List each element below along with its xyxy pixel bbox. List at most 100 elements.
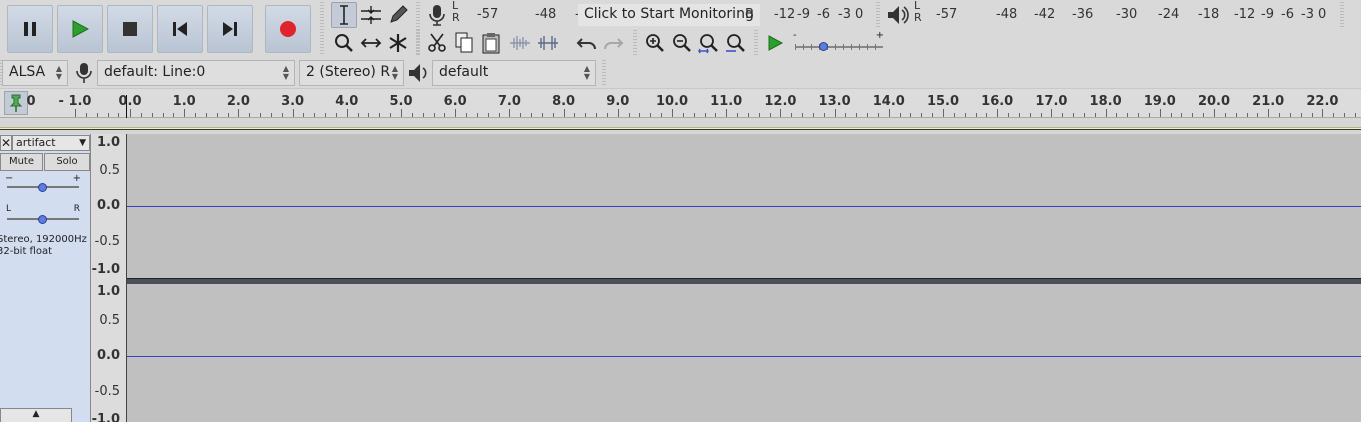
ruler-minor-tick xyxy=(585,113,587,117)
cut-button[interactable] xyxy=(424,30,450,56)
microphone-icon xyxy=(76,63,92,83)
asterisk-icon xyxy=(389,34,407,52)
ruler-minor-tick xyxy=(1127,113,1129,117)
recording-channels-value: 2 (Stereo) R xyxy=(306,64,391,80)
scrub-bar[interactable] xyxy=(0,127,1361,130)
ruler-minor-tick xyxy=(856,113,858,117)
zoom-out-icon xyxy=(673,34,691,52)
ruler-minor-tick xyxy=(476,113,478,117)
start-monitoring-tooltip[interactable]: Click to Start Monitoring xyxy=(578,4,760,26)
speaker-icon[interactable] xyxy=(886,4,910,26)
draw-tool[interactable] xyxy=(385,2,411,28)
ruler-minor-tick xyxy=(877,113,879,117)
selection-tool[interactable] xyxy=(331,2,357,28)
ruler-major-tick xyxy=(75,109,76,117)
copy-button[interactable] xyxy=(451,30,477,56)
fit-project-button[interactable] xyxy=(723,30,749,56)
ruler-minor-tick xyxy=(791,113,793,117)
ruler-minor-tick xyxy=(1116,113,1118,117)
channel-right-label: R xyxy=(452,11,460,24)
recording-channels-select[interactable]: 2 (Stereo) R ▲ ▼ xyxy=(299,60,404,86)
playback-device-select[interactable]: default ▲ ▼ xyxy=(432,60,596,86)
pause-button[interactable] xyxy=(7,5,53,53)
undo-button[interactable] xyxy=(574,30,600,56)
ruler-minor-tick xyxy=(151,113,153,117)
meter-tick-label: -48 xyxy=(996,7,1018,22)
mute-label: Mute xyxy=(8,156,35,167)
scissors-icon xyxy=(428,33,446,52)
waveform-left-channel[interactable] xyxy=(127,134,1361,278)
redo-button[interactable] xyxy=(600,30,626,56)
ruler-minor-tick xyxy=(487,113,489,117)
time-shift-tool[interactable] xyxy=(358,30,384,56)
pin-playhead-button[interactable] xyxy=(4,91,28,115)
copy-icon xyxy=(455,32,473,53)
mute-button[interactable]: Mute xyxy=(0,153,43,171)
pan-slider[interactable]: L R xyxy=(5,204,83,224)
meter-tick-label: -9 xyxy=(1261,7,1274,22)
double-arrow-icon xyxy=(360,38,382,48)
ruler-minor-tick xyxy=(281,113,283,117)
ruler-tick-label: 17.0 xyxy=(1035,94,1068,109)
playback-meter[interactable]: -57 -48 -42 -36 -30 -24 -18 -12 -9 -6 -3… xyxy=(926,7,1336,25)
ruler-major-tick xyxy=(563,109,565,117)
chevron-down-icon: ▼ xyxy=(79,138,86,148)
zoom-out-button[interactable] xyxy=(669,30,695,56)
fit-selection-button[interactable] xyxy=(696,30,722,56)
skip-to-start-button[interactable] xyxy=(157,5,203,53)
toolbar-grip[interactable] xyxy=(633,30,637,56)
ruler-minor-tick xyxy=(758,113,760,117)
ruler-minor-tick xyxy=(227,113,229,117)
vscale-label: 0.5 xyxy=(99,163,120,178)
trim-button[interactable] xyxy=(507,30,533,56)
toolbar-grip[interactable] xyxy=(320,2,324,54)
playback-speed-slider[interactable]: - + xyxy=(793,30,888,54)
zoom-tool[interactable] xyxy=(331,30,357,56)
toolbar-grip[interactable] xyxy=(602,60,606,86)
play-button[interactable] xyxy=(57,5,103,53)
meter-tick-label: -30 xyxy=(1116,7,1138,22)
gain-thumb[interactable] xyxy=(38,183,47,192)
waveform-right-channel[interactable] xyxy=(127,284,1361,422)
silence-button[interactable] xyxy=(535,30,561,56)
record-button[interactable] xyxy=(265,5,311,53)
microphone-icon[interactable] xyxy=(426,4,448,26)
skip-to-end-button[interactable] xyxy=(207,5,253,53)
audio-host-select[interactable]: ALSA ▲ ▼ xyxy=(2,60,68,86)
close-track-button[interactable]: ✕ xyxy=(0,135,12,151)
ruler-minor-tick xyxy=(1148,113,1150,117)
play-icon xyxy=(72,20,89,38)
toolbar-grip[interactable] xyxy=(876,2,880,28)
ruler-minor-tick xyxy=(1203,113,1205,117)
pan-thumb[interactable] xyxy=(38,215,47,224)
meter-tick-label: -6 xyxy=(817,7,830,22)
ruler-tick-label: 1.0 xyxy=(172,94,196,109)
play-icon xyxy=(768,35,784,51)
play-at-speed-button[interactable] xyxy=(762,30,788,56)
timeline-ruler[interactable]: 0 - 1.0 0.0 1.0 2.0 3.0 4.0 5.0 6.0 7.0 8.0 9.0 10.0… xyxy=(0,88,1361,119)
collapse-track-button[interactable]: ▲ xyxy=(0,408,72,422)
recording-device-select[interactable]: default: Line:0 ▲ ▼ xyxy=(97,60,295,86)
paste-button[interactable] xyxy=(478,30,504,56)
track-menu-button[interactable]: artifact ▼ xyxy=(12,135,90,151)
envelope-tool[interactable] xyxy=(358,2,384,28)
toolbar-grip[interactable] xyxy=(1340,2,1344,28)
stop-button[interactable] xyxy=(107,5,153,53)
ruler-major-tick xyxy=(1105,109,1107,117)
ruler-minor-tick xyxy=(216,113,218,117)
undo-icon xyxy=(576,38,596,50)
ruler-tick-label: 0 xyxy=(26,94,36,109)
zoom-in-button[interactable] xyxy=(642,30,668,56)
solo-button[interactable]: Solo xyxy=(44,153,90,171)
vertical-ruler[interactable]: 1.0 0.5 0.0 -0.5 -1.0 1.0 0.5 0.0 -0.5 -… xyxy=(91,134,127,422)
multi-tool[interactable] xyxy=(385,30,411,56)
toolbar-grip[interactable] xyxy=(754,30,758,56)
slider-thumb[interactable] xyxy=(819,42,828,51)
toolbar-grip[interactable] xyxy=(416,30,420,56)
vscale-label: 0.0 xyxy=(96,198,120,213)
ruler-minor-tick xyxy=(661,113,663,117)
toolbar-area: L R -57 -48 - Click to Start Monitoring … xyxy=(0,0,1361,88)
ruler-major-tick xyxy=(401,109,402,117)
gain-slider[interactable]: − + xyxy=(5,173,83,194)
ruler-minor-tick xyxy=(964,113,966,117)
